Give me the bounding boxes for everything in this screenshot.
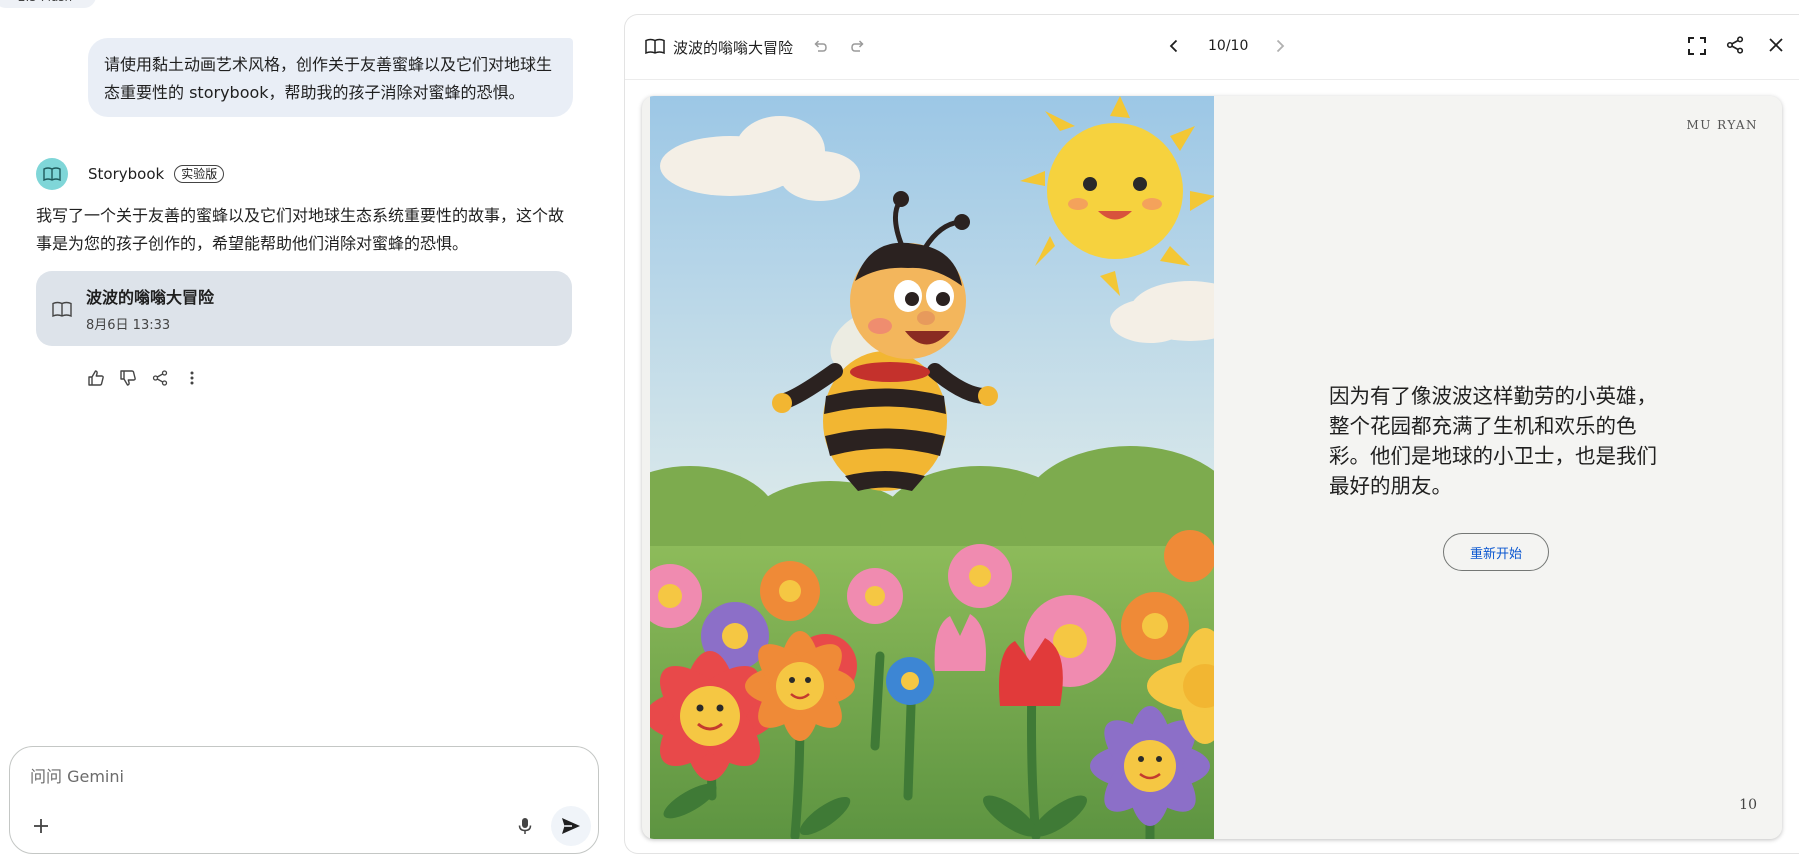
microphone-icon[interactable]: [510, 811, 540, 841]
bot-name: Storybook: [88, 165, 165, 183]
add-attachment-icon[interactable]: [26, 811, 56, 841]
user-message: 请使用黏土动画艺术风格，创作关于友善蜜蜂以及它们对地球生态重要性的 storyb…: [88, 38, 573, 117]
restart-button[interactable]: 重新开始: [1443, 533, 1549, 571]
storybook-card[interactable]: 波波的嗡嗡大冒险 8月6日 13:33: [36, 271, 572, 346]
model-selector-chip[interactable]: 2.5 Flash: [0, 0, 96, 8]
experimental-badge: 实验版: [174, 165, 225, 183]
book-icon: [52, 301, 72, 317]
previous-page-icon[interactable]: [1165, 37, 1183, 55]
share-icon[interactable]: [150, 366, 170, 390]
thumb-down-icon[interactable]: [118, 366, 138, 390]
thumb-up-icon[interactable]: [86, 366, 106, 390]
share-icon[interactable]: [1726, 36, 1744, 54]
prompt-composer: [9, 746, 599, 854]
story-illustration: [650, 96, 1214, 839]
storybook-card-title: 波波的嗡嗡大冒险: [86, 288, 215, 307]
chat-pane: 2.5 Flash 请使用黏土动画艺术风格，创作关于友善蜜蜂以及它们对地球生态重…: [0, 0, 620, 867]
book-icon: [43, 167, 61, 181]
bot-header: Storybook 实验版: [36, 158, 225, 190]
open-book: MU RYAN 因为有了像波波这样勤劳的小英雄，整个花园都充满了生机和欢乐的色彩…: [642, 96, 1782, 839]
undo-icon[interactable]: [811, 37, 829, 55]
bot-reply: 我写了一个关于友善的蜜蜂以及它们对地球生态系统重要性的故事，这个故事是为您的孩子…: [36, 206, 565, 253]
storybook-avatar: [36, 158, 68, 190]
redo-icon[interactable]: [849, 37, 867, 55]
fullscreen-icon[interactable]: [1687, 36, 1707, 56]
viewer-toolbar: 波波的嗡嗡大冒险 10/10: [625, 15, 1799, 80]
send-icon: [562, 818, 580, 834]
page-indicator: 10/10: [1208, 38, 1249, 54]
close-icon[interactable]: [1767, 36, 1785, 54]
storybook-card-date: 8月6日 13:33: [86, 318, 171, 333]
next-page-icon[interactable]: [1271, 37, 1289, 55]
viewer-title: 波波的嗡嗡大冒险: [673, 39, 794, 57]
story-text: 因为有了像波波这样勤劳的小英雄，整个花园都充满了生机和欢乐的色彩。他们是地球的小…: [1329, 384, 1657, 498]
author-name: MU RYAN: [1686, 118, 1758, 132]
send-button[interactable]: [551, 806, 591, 846]
prompt-input[interactable]: [28, 761, 552, 791]
more-vert-icon[interactable]: [182, 366, 202, 390]
response-actions: [86, 366, 202, 390]
storybook-viewer: 波波的嗡嗡大冒险 10/10 MU RYAN 因为有了像波波这样勤劳的小英雄，整…: [624, 14, 1799, 854]
book-icon: [645, 38, 665, 54]
page-number: 10: [1739, 797, 1757, 813]
story-text-page: MU RYAN 因为有了像波波这样勤劳的小英雄，整个花园都充满了生机和欢乐的色彩…: [1214, 96, 1782, 839]
